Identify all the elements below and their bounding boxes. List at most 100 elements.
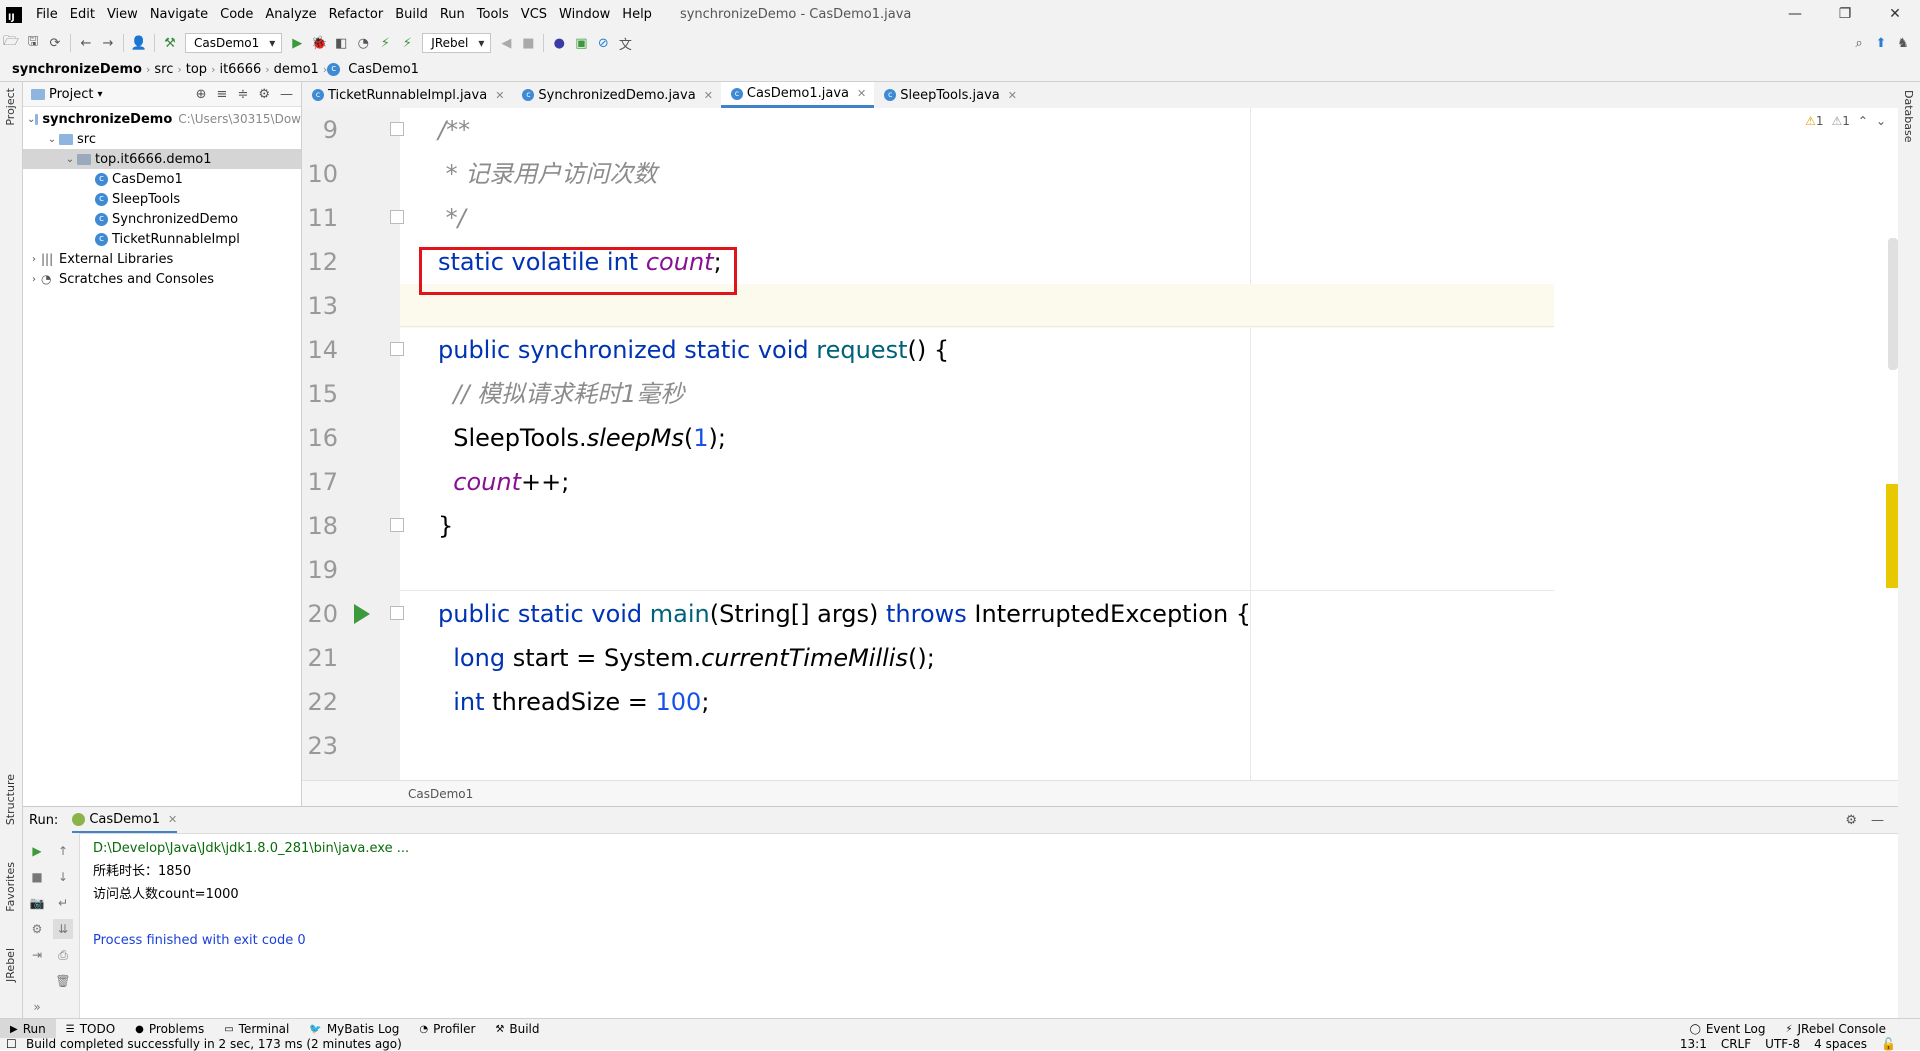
translate-icon[interactable]: 文 [614,34,636,53]
stop-icon[interactable]: ■ [27,867,47,887]
status-message[interactable]: Build completed successfully in 2 sec, 1… [26,1038,402,1050]
trash-icon[interactable]: 🗑 [53,971,73,991]
bottom-tab-build[interactable]: ⚒ Build [485,1019,549,1039]
breadcrumb-item[interactable]: synchronizeDemo [8,62,146,77]
indent-setting[interactable]: 4 spaces [1814,1038,1867,1050]
jrebel-run-icon[interactable]: ⚡ [374,36,396,51]
chevron-right-icon[interactable]: › [27,274,41,285]
tree-item[interactable]: c SleepTools [23,189,301,209]
project-tool-button[interactable]: Project [4,88,17,126]
no-entry-icon[interactable]: ⊘ [592,36,614,51]
code-editor[interactable]: ⚠1 ⚠1 ⌃ ⌄ 9/** 10 * 记录用户访问次数 11 */12 static… [302,108,1898,780]
breadcrumb-item[interactable]: demo1 [270,62,323,77]
debug-icon[interactable]: 🐞 [308,36,330,51]
close-icon[interactable]: ✕ [495,89,504,102]
line-separator[interactable]: CRLF [1721,1038,1751,1050]
close-icon[interactable]: ✕ [1008,89,1017,102]
bottom-tab-terminal[interactable]: ▭ Terminal [214,1019,299,1039]
structure-tool-button[interactable]: Structure [4,774,17,825]
hide-icon[interactable]: — [1871,813,1884,828]
menu-code[interactable]: Code [214,7,259,22]
editor-tab[interactable]: c SleepTools.java ✕ [874,82,1025,108]
menu-edit[interactable]: Edit [64,7,101,22]
editor-tab[interactable]: c SynchronizedDemo.java ✕ [512,82,721,108]
jrebel-debug-icon[interactable]: ⚡ [396,36,418,51]
chevron-down-icon[interactable]: ▾ [97,89,102,100]
menu-vcs[interactable]: VCS [515,7,553,22]
scroll-to-end-icon[interactable]: ⇊ [53,919,73,939]
menu-analyze[interactable]: Analyze [259,7,322,22]
editor-tab[interactable]: c TicketRunnableImpl.java ✕ [302,82,512,108]
tree-item[interactable]: c SynchronizedDemo [23,209,301,229]
fold-toggle-icon[interactable] [390,122,404,136]
gear-icon[interactable]: ⚙ [258,87,270,102]
close-icon[interactable]: ✕ [857,87,866,100]
bottom-tab-problems[interactable]: ● Problems [125,1019,214,1039]
caret-position[interactable]: 13:1 [1680,1038,1707,1050]
bottom-tab-jrebel-console[interactable]: ⚡ JRebel Console [1775,1019,1896,1039]
gear-icon[interactable]: ⚙ [1845,813,1857,828]
soft-wrap-icon[interactable]: ↵ [53,893,73,913]
rerun-icon[interactable]: ▶ [27,841,47,861]
menu-navigate[interactable]: Navigate [144,7,214,22]
avatar-icon[interactable]: ♞ [1892,36,1914,51]
back-icon[interactable]: ← [75,36,97,51]
expand-all-icon[interactable]: ≡ [217,87,228,102]
close-icon[interactable]: ✕ [704,89,713,102]
tree-item[interactable]: › ||| External Libraries [23,249,301,269]
breadcrumb-item[interactable]: it6666 [215,62,265,77]
tree-item[interactable]: c TicketRunnableImpl [23,229,301,249]
bottom-tab-event-log[interactable]: ◯ Event Log [1680,1019,1776,1039]
menu-view[interactable]: View [101,7,144,22]
forward-icon[interactable]: → [97,36,119,51]
run-config-select[interactable]: CasDemo1 [185,33,283,53]
run-icon[interactable]: ▶ [286,36,308,51]
chevron-down-icon[interactable]: ⌄ [27,114,35,125]
fold-toggle-icon[interactable] [390,518,404,532]
close-button[interactable]: ✕ [1870,0,1920,29]
bottom-tab-mybatis-log[interactable]: 🐦 MyBatis Log [299,1019,409,1039]
lock-icon[interactable]: 🔓 [1881,1038,1896,1050]
menu-help[interactable]: Help [616,7,658,22]
bottom-tab-profiler[interactable]: ◔ Profiler [409,1019,485,1039]
minimize-button[interactable]: — [1770,0,1820,29]
tree-item[interactable]: ⌄ top.it6666.demo1 [23,149,301,169]
open-folder-icon[interactable]: 🗁 [0,32,22,54]
stop-icon[interactable]: ■ [517,36,539,51]
save-icon[interactable]: 🖫 [22,32,44,54]
chevron-right-icon[interactable]: › [27,254,41,265]
jrebel-select[interactable]: JRebel [422,33,492,53]
menu-window[interactable]: Window [553,7,616,22]
file-encoding[interactable]: UTF-8 [1765,1038,1800,1050]
run-tab[interactable]: CasDemo1 ✕ [72,807,178,833]
breadcrumb-item[interactable]: top [182,62,211,77]
fold-toggle-icon[interactable] [390,342,404,356]
run-gutter-icon[interactable] [354,604,370,624]
tree-item[interactable]: c CasDemo1 [23,169,301,189]
restore-layout-icon[interactable]: ⚙ [27,919,47,939]
locate-icon[interactable]: ⊕ [196,87,207,102]
down-arrow-icon[interactable]: ↓ [53,867,73,887]
maximize-button[interactable]: ❐ [1820,0,1870,29]
editor-tab[interactable]: c CasDemo1.java ✕ [720,82,875,108]
up-arrow-icon[interactable]: ↑ [53,841,73,861]
search-icon[interactable]: ⌕ [1848,36,1870,51]
more-icon[interactable]: » [27,997,47,1017]
status-checkbox-icon[interactable]: ☐ [6,1038,17,1050]
bottom-tab-run[interactable]: ▶ Run [0,1019,56,1039]
breadcrumb-item[interactable]: src [150,62,177,77]
favorites-tool-button[interactable]: Favorites [4,862,17,912]
bottom-tab-todo[interactable]: ☰ TODO [56,1019,125,1039]
collapse-all-icon[interactable]: ≑ [237,87,248,102]
exit-icon[interactable]: ⇥ [27,945,47,965]
close-icon[interactable]: ✕ [168,813,177,826]
jrebel-tool-button[interactable]: JRebel [4,948,17,982]
menu-build[interactable]: Build [389,7,434,22]
breadcrumb-item[interactable]: CasDemo1 [344,62,423,77]
camera-icon[interactable]: 📷 [27,893,47,913]
tree-item[interactable]: ⌄ src [23,129,301,149]
chevron-down-icon[interactable]: ⌄ [45,134,59,145]
chart-icon[interactable]: ▣ [570,36,592,51]
fold-toggle-icon[interactable] [390,606,404,620]
editor-breadcrumb-class[interactable]: CasDemo1 [408,787,473,801]
